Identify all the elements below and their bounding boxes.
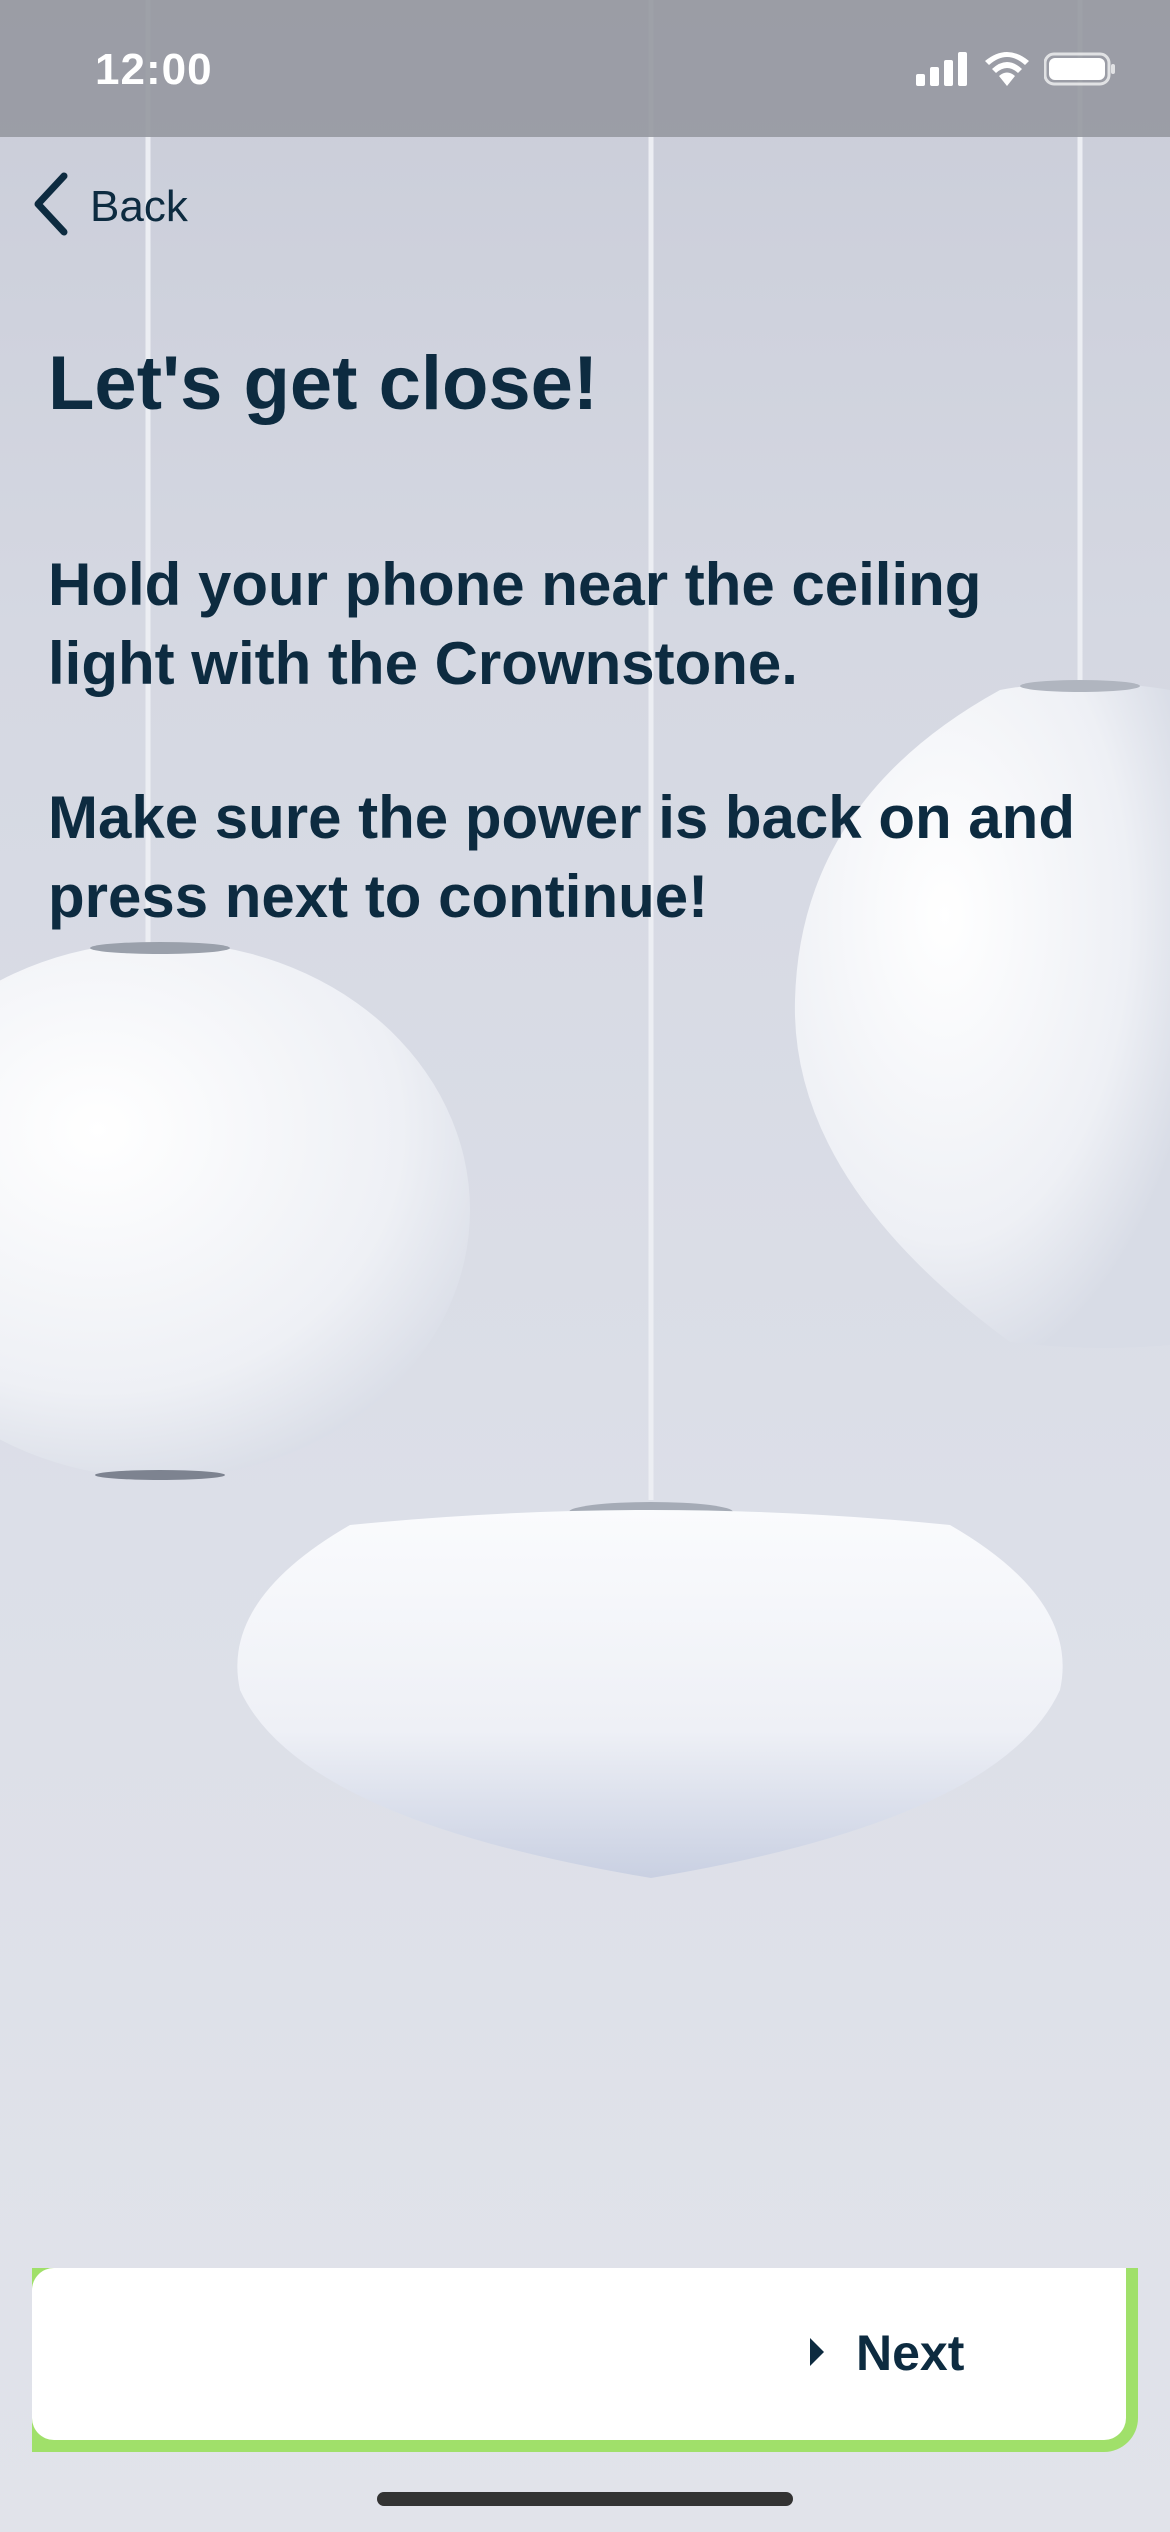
wifi-icon [984, 52, 1030, 91]
battery-icon [1043, 52, 1116, 91]
status-bar: 12:00 [0, 0, 1170, 137]
instruction-text-2: Make sure the power is back on and press… [48, 784, 1075, 930]
page-title: Let's get close! [48, 341, 599, 426]
back-button[interactable]: Back [30, 172, 188, 241]
chevron-left-icon [30, 172, 70, 241]
signal-icon [916, 52, 970, 91]
next-label: Next [856, 2325, 965, 2381]
status-time: 12:00 [95, 45, 213, 94]
home-indicator[interactable] [377, 2492, 793, 2506]
caret-right-icon [810, 2338, 824, 2366]
instruction-text-1: Hold your phone near the ceiling light w… [48, 551, 982, 697]
back-label: Back [90, 181, 188, 231]
next-button[interactable]: Next [32, 2268, 1126, 2440]
next-button-container: Next [32, 2268, 1138, 2452]
